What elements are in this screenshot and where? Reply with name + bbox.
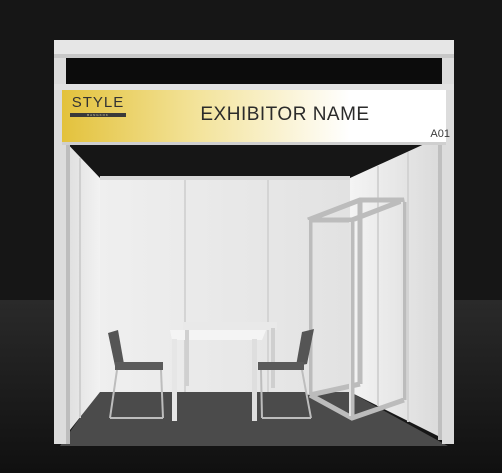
left-front-post-shade [66, 136, 70, 444]
booth-code: A01 [430, 128, 450, 140]
right-front-post-shade [438, 136, 442, 440]
brand-logo-text: STYLE [71, 94, 125, 111]
fascia-bottom-edge [62, 142, 446, 145]
fascia-top-rail [54, 84, 454, 90]
top-frame-shadow [54, 54, 454, 58]
top-frame-beam [54, 40, 454, 54]
exhibitor-name: EXHIBITOR NAME [200, 104, 370, 125]
brand-logo: STYLE BANGKOK [68, 95, 128, 125]
booth-scene: STYLE BANGKOK EXHIBITOR NAME A01 [0, 0, 502, 473]
brand-logo-subtext: BANGKOK [70, 113, 126, 117]
top-frame-opening [66, 58, 442, 84]
back-wall-top-rail [100, 176, 350, 180]
right-wall [350, 136, 442, 438]
booth-render [0, 0, 502, 473]
